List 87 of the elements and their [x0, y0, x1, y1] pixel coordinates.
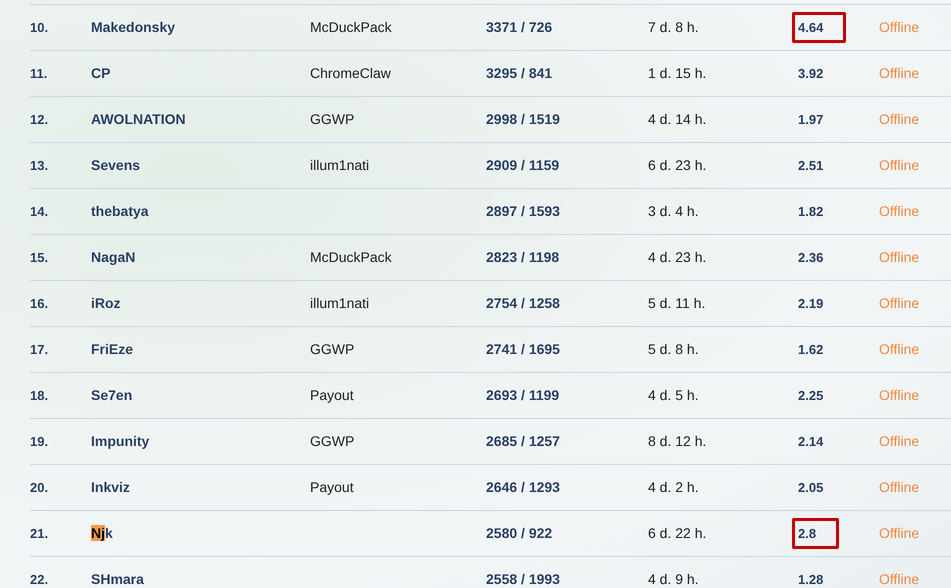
time-played: 5 d. 11 h. [648, 295, 706, 311]
score-text: 3295 / 841 [486, 65, 552, 81]
status-text: Offline [879, 341, 920, 357]
score-text: 2823 / 1198 [486, 249, 560, 265]
score-text: 2998 / 1519 [486, 111, 560, 127]
player-name[interactable]: Se7en [91, 387, 132, 403]
ratio-value: 1.82 [797, 202, 824, 221]
score-text: 2754 / 1258 [486, 295, 560, 311]
player-name[interactable]: Makedonsky [91, 19, 176, 35]
time-played: 5 d. 8 h. [648, 341, 699, 357]
rank-number: 16. [30, 296, 48, 311]
time-played: 1 d. 15 h. [648, 65, 706, 81]
player-name[interactable]: iRoz [91, 295, 121, 311]
ratio-value: 2.05 [797, 478, 824, 497]
player-name[interactable]: NagaN [91, 249, 136, 265]
player-name[interactable]: Inkviz [91, 479, 130, 495]
ratio-value: 1.62 [797, 340, 824, 359]
rank-number: 14. [30, 204, 48, 219]
status-text: Offline [879, 111, 920, 127]
status-text: Offline [879, 571, 920, 587]
rank-number: 10. [30, 20, 48, 35]
team-name: Payout [310, 479, 354, 495]
ratio-value: 2.51 [797, 156, 824, 175]
rank-number: 15. [30, 250, 48, 265]
time-played: 3 d. 4 h. [648, 203, 699, 219]
ratio-value: 1.97 [797, 110, 824, 129]
player-name[interactable]: FriEze [91, 341, 134, 357]
team-name: McDuckPack [310, 19, 392, 35]
ratio-value: 3.92 [797, 64, 824, 83]
player-name[interactable]: Impunity [91, 433, 150, 449]
team-name: GGWP [310, 341, 354, 357]
time-played: 6 d. 23 h. [648, 157, 706, 173]
rank-number: 19. [30, 434, 48, 449]
team-name: McDuckPack [310, 249, 392, 265]
player-name[interactable]: Sevens [91, 157, 140, 173]
rank-number: 22. [30, 572, 48, 587]
ratio-value: 1.28 [797, 570, 824, 588]
team-name: ChromeClaw [310, 65, 391, 81]
score-text: 2558 / 1993 [486, 571, 560, 587]
ratio-value: 2.19 [797, 294, 824, 313]
ratio-value: 2.14 [797, 432, 824, 451]
time-played: 4 d. 23 h. [648, 249, 706, 265]
team-name: illum1nati [310, 295, 370, 311]
status-text: Offline [879, 479, 920, 495]
player-name[interactable]: SHmara [91, 571, 144, 587]
team-name: GGWP [310, 433, 354, 449]
score-text: 2909 / 1159 [486, 157, 560, 173]
team-name: Payout [310, 387, 354, 403]
team-name: illum1nati [310, 157, 370, 173]
score-text: 2741 / 1695 [486, 341, 560, 357]
rank-number: 13. [30, 158, 48, 173]
status-text: Offline [879, 525, 920, 541]
status-text: Offline [879, 203, 920, 219]
time-played: 4 d. 14 h. [648, 111, 706, 127]
time-played: 4 d. 5 h. [648, 387, 699, 403]
rank-number: 21. [30, 526, 48, 541]
rank-number: 12. [30, 112, 48, 127]
score-text: 2646 / 1293 [486, 479, 560, 495]
score-text: 3371 / 726 [486, 19, 552, 35]
status-text: Offline [879, 387, 920, 403]
time-played: 7 d. 8 h. [648, 19, 699, 35]
score-text: 2580 / 922 [486, 525, 552, 541]
score-text: 2897 / 1593 [486, 203, 560, 219]
rank-number: 17. [30, 342, 48, 357]
status-text: Offline [879, 65, 920, 81]
status-text: Offline [879, 157, 920, 173]
status-text: Offline [879, 19, 920, 35]
team-name: GGWP [310, 111, 354, 127]
status-text: Offline [879, 295, 920, 311]
time-played: 4 d. 9 h. [648, 571, 699, 587]
rank-number: 20. [30, 480, 48, 495]
player-name[interactable]: thebatya [91, 203, 149, 219]
rank-number: 18. [30, 388, 48, 403]
time-played: 8 d. 12 h. [648, 433, 706, 449]
ratio-value: 2.36 [797, 248, 824, 267]
player-name[interactable]: CP [91, 65, 110, 81]
player-name[interactable]: AWOLNATION [91, 111, 186, 127]
status-text: Offline [879, 249, 920, 265]
score-text: 2685 / 1257 [486, 433, 560, 449]
highlighted-ratio: 4.64 [792, 12, 846, 44]
highlighted-ratio: 2.8 [792, 518, 840, 550]
rank-number: 11. [30, 66, 48, 81]
time-played: 6 d. 22 h. [648, 525, 706, 541]
time-played: 4 d. 2 h. [648, 479, 699, 495]
ratio-value: 2.25 [797, 386, 824, 405]
score-text: 2693 / 1199 [486, 387, 560, 403]
status-text: Offline [879, 433, 920, 449]
